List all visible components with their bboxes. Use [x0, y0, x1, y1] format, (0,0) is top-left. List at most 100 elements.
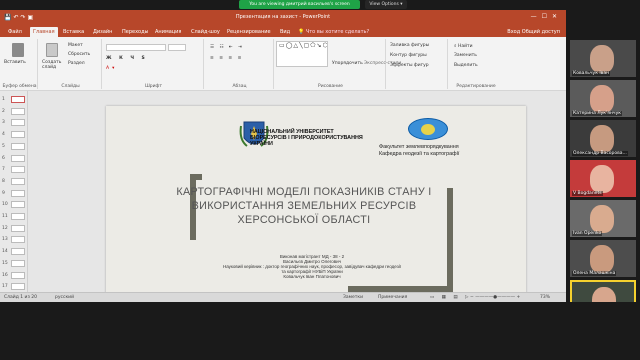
section-button[interactable]: Раздел [68, 61, 85, 66]
slide-thumbnail[interactable] [11, 224, 25, 232]
tab-review[interactable]: Рецензирование [227, 27, 271, 37]
group-paragraph: ☰ ☷ ⇤ ⇥ ≡ ≡ ≡ ≡ Абзац [206, 39, 274, 89]
slide-thumbnail[interactable] [11, 283, 25, 291]
slide-thumbnail[interactable] [11, 107, 25, 115]
title-bar: 💾↶↷▣ Презентация на захист - PowerPoint … [0, 10, 566, 26]
tab-home[interactable]: Главная [30, 27, 58, 37]
slide-thumb-number: 3 [2, 120, 5, 126]
slide-thumbnail[interactable] [11, 189, 25, 197]
lightbulb-icon: 💡 [298, 29, 306, 35]
replace-button[interactable]: Заменить [454, 53, 477, 58]
participant-name: V Bogdanets [572, 191, 603, 196]
slide-thumbnail[interactable] [11, 248, 25, 256]
tab-animation[interactable]: Анимация [155, 27, 181, 37]
participants-panel: Ковальчук Іван Катерина Лук'янчук Олександ… [566, 10, 640, 317]
shapes-gallery[interactable]: ▭◯△╲▢⬠↘⬡☆{} [276, 41, 328, 67]
participant-tile[interactable]: Олександр Васорова... [570, 120, 636, 157]
slide-thumb-number: 2 [2, 108, 5, 114]
tell-me-text: Что вы хотите сделать? [305, 29, 370, 35]
view-buttons[interactable]: ▭ ▦ ▤ ▷ [430, 295, 472, 300]
tell-me-search[interactable]: 💡 Что вы хотите сделать? [298, 27, 369, 37]
participant-video [590, 85, 614, 113]
slide-thumb-number: 13 [2, 237, 8, 243]
slide-counter: Слайд 1 из 20 [4, 295, 38, 300]
font-color-button[interactable]: A▾ [106, 66, 117, 71]
shape-outline-button[interactable]: Контур фигуры [390, 53, 427, 58]
participant-tile[interactable]: Катерина Лук'янчук [570, 80, 636, 117]
notes-button[interactable]: Заметки [343, 295, 363, 300]
group-clipboard: Вставить Буфер обмена [2, 39, 38, 89]
powerpoint-window: 💾↶↷▣ Презентация на захист - PowerPoint … [0, 10, 566, 302]
participant-tile[interactable]: V Bogdanets [570, 160, 636, 197]
find-button[interactable]: ⌕ Найти [454, 43, 473, 49]
participant-video [590, 245, 614, 273]
participant-name: Ковальчук Іван [572, 71, 611, 76]
participant-tile[interactable]: Ковальчук Іван [570, 40, 636, 77]
university-name: НАЦІОНАЛЬНИЙ УНІВЕРСИТЕТ БІОРЕСУРСІВ І П… [250, 129, 363, 147]
group-editing: ⌕ Найти Заменить Выделить Редактирование [450, 39, 502, 89]
language-indicator[interactable]: русский [55, 295, 74, 300]
slide-thumbnail[interactable] [11, 236, 25, 244]
slide-thumb-number: 15 [2, 260, 8, 266]
paste-button[interactable]: Вставить [4, 60, 26, 65]
paste-icon[interactable] [12, 43, 24, 57]
font-size-field[interactable] [168, 44, 186, 51]
participant-name: Ivan Openko [572, 231, 603, 236]
slide-thumbnail[interactable] [11, 154, 25, 162]
slide-thumb-number: 16 [2, 272, 8, 278]
slide-thumbnail[interactable] [11, 201, 25, 209]
slide-thumbnail[interactable] [11, 259, 25, 267]
slides-label: Слайды [61, 84, 80, 89]
new-slide-button[interactable]: Создать слайд [42, 60, 64, 70]
ribbon-tabs: Файл Главная Вставка Дизайн Переходы Ани… [0, 26, 566, 37]
new-slide-icon[interactable] [46, 43, 58, 57]
tab-design[interactable]: Дизайн [93, 27, 112, 37]
slide-thumbnail[interactable] [11, 142, 25, 150]
faculty-logo-icon [408, 118, 448, 140]
participant-tile[interactable]: Ivan Openko [570, 200, 636, 237]
department-name: Кафедра геодезії та картографії [379, 151, 460, 157]
select-button[interactable]: Выделить [454, 63, 478, 68]
slide-thumbnail[interactable] [11, 213, 25, 220]
comments-button[interactable]: Примечания [378, 295, 407, 300]
slide[interactable]: НАЦІОНАЛЬНИЙ УНІВЕРСИТЕТ БІОРЕСУРСІВ І П… [106, 106, 526, 302]
reset-button[interactable]: Сбросить [68, 52, 90, 57]
slide-thumb-number: 5 [2, 143, 5, 149]
slide-thumb-number: 6 [2, 155, 5, 161]
tab-slideshow[interactable]: Слайд-шоу [191, 27, 220, 37]
window-controls[interactable]: —☐✕ [531, 13, 562, 20]
slide-thumb-number: 7 [2, 167, 5, 173]
view-options-button[interactable]: View Options ▾ [365, 0, 407, 9]
screen: You are viewing дмитрий васильев's scree… [0, 0, 640, 360]
list-buttons[interactable]: ☰ ☷ ⇤ ⇥ [210, 45, 244, 50]
slide-thumbnail[interactable] [11, 119, 25, 127]
drawing-label: Рисование [318, 84, 343, 89]
slide-thumbnail[interactable] [11, 131, 25, 139]
zoom-slider[interactable]: − ————●———— + [470, 295, 520, 300]
slide-thumbnail[interactable] [11, 177, 25, 185]
tab-view[interactable]: Вид [280, 27, 290, 37]
slide-thumbnail[interactable] [11, 271, 25, 279]
group-font: Ж К Ч S A▾ Шрифт [104, 39, 204, 89]
zoom-level[interactable]: 73% [540, 295, 550, 300]
slide-thumb-number: 14 [2, 249, 8, 255]
layout-button[interactable]: Макет [68, 43, 83, 48]
slide-thumbnail[interactable] [11, 96, 25, 103]
arrange-button[interactable]: Упорядочить [332, 61, 363, 66]
align-buttons[interactable]: ≡ ≡ ≡ ≡ [210, 56, 243, 61]
tab-file[interactable]: Файл [8, 27, 22, 37]
sign-in-share[interactable]: Вход Общий доступ [507, 27, 560, 37]
font-format-buttons[interactable]: Ж К Ч S [106, 56, 148, 61]
shape-fill-button[interactable]: Заливка фигуры [390, 43, 429, 48]
zoom-top-bar: You are viewing дмитрий васильев's scree… [0, 0, 640, 10]
tab-insert[interactable]: Вставка [63, 27, 84, 37]
font-name-field[interactable] [106, 44, 166, 51]
participant-video [590, 205, 614, 233]
ribbon: Вставить Буфер обмена Создать слайд Маке… [0, 37, 566, 91]
slide-thumb-number: 11 [2, 214, 8, 219]
slide-thumbnail[interactable] [11, 166, 25, 174]
shape-effects-button[interactable]: Эффекты фигур [390, 63, 429, 68]
participant-tile[interactable]: Олена Малашкіна [570, 240, 636, 277]
tab-transitions[interactable]: Переходы [122, 27, 149, 37]
group-slides: Создать слайд Макет Сбросить Раздел Слай… [40, 39, 102, 89]
